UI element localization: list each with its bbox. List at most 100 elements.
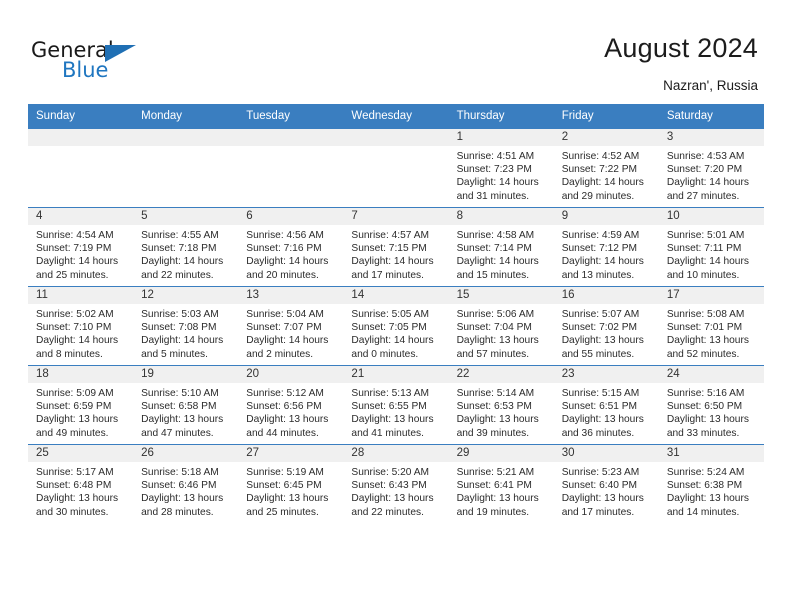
page-header: General Blue August 2024 Nazran', Russia [0, 0, 792, 100]
day-number: 29 [448, 445, 554, 462]
calendar-day-cell[interactable]: 27 Sunrise: 5:19 AM Sunset: 6:45 PM Dayligh… [238, 444, 344, 523]
calendar-day-cell[interactable]: 31 Sunrise: 5:24 AM Sunset: 6:38 PM Dayligh… [658, 444, 764, 523]
sunrise-text: Sunrise: 5:23 AM [561, 467, 640, 478]
daylight-text: Daylight: 14 hours and 8 minutes. [36, 335, 119, 360]
day-number: 6 [238, 208, 344, 225]
calendar-day-cell[interactable]: 22 Sunrise: 5:14 AM Sunset: 6:53 PM Dayligh… [448, 365, 554, 445]
calendar-day-cell[interactable]: 7 Sunrise: 4:57 AM Sunset: 7:15 PM Daylight… [343, 207, 449, 287]
sunset-text: Sunset: 6:40 PM [561, 480, 638, 492]
calendar-day-cell[interactable]: 9 Sunrise: 4:59 AM Sunset: 7:12 PM Daylight… [553, 207, 659, 287]
daylight-text: Daylight: 13 hours and 44 minutes. [246, 414, 329, 439]
calendar-day-cell[interactable]: 13 Sunrise: 5:04 AM Sunset: 7:07 PM Dayligh… [238, 286, 344, 366]
sunrise-text: Sunrise: 4:55 AM [141, 230, 219, 241]
day-details: Sunrise: 5:06 AM Sunset: 7:04 PM Daylight:… [449, 304, 554, 361]
day-number: 28 [343, 445, 449, 462]
calendar-day-cell-empty [133, 128, 239, 208]
day-details: Sunrise: 5:17 AM Sunset: 6:48 PM Daylight:… [28, 462, 133, 519]
sunset-text: Sunset: 7:07 PM [246, 322, 322, 334]
day-number: 4 [28, 208, 134, 225]
calendar-day-cell[interactable]: 5 Sunrise: 4:55 AM Sunset: 7:18 PM Daylight… [133, 207, 239, 287]
calendar-day-cell[interactable]: 25 Sunrise: 5:17 AM Sunset: 6:48 PM Dayligh… [28, 444, 134, 523]
sunrise-text: Sunrise: 5:06 AM [456, 309, 535, 320]
daylight-text: Daylight: 13 hours and 47 minutes. [141, 414, 224, 439]
calendar-day-cell[interactable]: 29 Sunrise: 5:21 AM Sunset: 6:41 PM Dayligh… [448, 444, 554, 523]
calendar-day-cell[interactable]: 30 Sunrise: 5:23 AM Sunset: 6:40 PM Dayligh… [553, 444, 659, 523]
calendar-day-cell[interactable]: 18 Sunrise: 5:09 AM Sunset: 6:59 PM Dayligh… [28, 365, 134, 445]
day-details: Sunrise: 5:21 AM Sunset: 6:41 PM Daylight:… [449, 462, 554, 519]
day-number: 7 [343, 208, 449, 225]
day-number: 24 [658, 366, 764, 383]
calendar-day-cell[interactable]: 11 Sunrise: 5:02 AM Sunset: 7:10 PM Dayligh… [28, 286, 134, 366]
calendar-day-cell[interactable]: 26 Sunrise: 5:18 AM Sunset: 6:46 PM Dayligh… [133, 444, 239, 523]
day-details: Sunrise: 5:03 AM Sunset: 7:08 PM Daylight:… [133, 304, 238, 361]
day-details: Sunrise: 4:51 AM Sunset: 7:23 PM Daylight:… [449, 146, 554, 203]
sunrise-text: Sunrise: 5:05 AM [351, 309, 430, 320]
calendar-day-cell[interactable]: 17 Sunrise: 5:08 AM Sunset: 7:01 PM Dayligh… [658, 286, 764, 366]
calendar-day-cell[interactable]: 16 Sunrise: 5:07 AM Sunset: 7:02 PM Dayligh… [553, 286, 659, 366]
daylight-text: Daylight: 14 hours and 17 minutes. [351, 256, 434, 281]
day-number: 10 [658, 208, 764, 225]
day-number: 19 [133, 366, 239, 383]
sunset-text: Sunset: 6:56 PM [246, 401, 322, 413]
calendar-day-cell[interactable]: 6 Sunrise: 4:56 AM Sunset: 7:16 PM Daylight… [238, 207, 344, 287]
day-number [28, 129, 134, 146]
sunrise-text: Sunrise: 4:52 AM [561, 151, 640, 162]
sunrise-text: Sunrise: 5:14 AM [456, 388, 535, 399]
sunrise-text: Sunrise: 5:03 AM [141, 309, 219, 320]
weekday-header-monday: Monday [133, 104, 239, 129]
day-details: Sunrise: 5:16 AM Sunset: 6:50 PM Daylight:… [659, 383, 764, 440]
day-number: 5 [133, 208, 239, 225]
calendar-day-cell[interactable]: 15 Sunrise: 5:06 AM Sunset: 7:04 PM Dayligh… [448, 286, 554, 366]
day-details: Sunrise: 4:55 AM Sunset: 7:18 PM Daylight:… [133, 225, 238, 282]
day-number: 1 [448, 129, 554, 146]
day-number: 11 [28, 287, 134, 304]
calendar-day-cell[interactable]: 10 Sunrise: 5:01 AM Sunset: 7:11 PM Dayligh… [658, 207, 764, 287]
day-number: 20 [238, 366, 344, 383]
calendar-day-cell[interactable]: 28 Sunrise: 5:20 AM Sunset: 6:43 PM Dayligh… [343, 444, 449, 523]
sunrise-text: Sunrise: 4:51 AM [456, 151, 535, 162]
daylight-text: Daylight: 14 hours and 10 minutes. [666, 256, 749, 281]
calendar-day-cell[interactable]: 4 Sunrise: 4:54 AM Sunset: 7:19 PM Daylight… [28, 207, 134, 287]
sunset-text: Sunset: 7:02 PM [561, 322, 638, 334]
weekday-header-tuesday: Tuesday [238, 104, 344, 129]
day-number: 15 [448, 287, 554, 304]
calendar-day-cell[interactable]: 23 Sunrise: 5:15 AM Sunset: 6:51 PM Dayligh… [553, 365, 659, 445]
sunset-text: Sunset: 7:18 PM [141, 243, 217, 255]
day-number: 12 [133, 287, 239, 304]
calendar-day-cell[interactable]: 8 Sunrise: 4:58 AM Sunset: 7:14 PM Daylight… [448, 207, 554, 287]
calendar-day-cell[interactable]: 21 Sunrise: 5:13 AM Sunset: 6:55 PM Dayligh… [343, 365, 449, 445]
calendar-page: General Blue August 2024 Nazran', Russia… [0, 0, 792, 612]
day-details: Sunrise: 4:57 AM Sunset: 7:15 PM Daylight:… [343, 225, 448, 282]
daylight-text: Daylight: 14 hours and 13 minutes. [561, 256, 644, 281]
calendar-day-cell-empty [343, 128, 449, 208]
weekday-header-saturday: Saturday [658, 104, 764, 129]
calendar-day-cell[interactable]: 14 Sunrise: 5:05 AM Sunset: 7:05 PM Dayligh… [343, 286, 449, 366]
day-number: 18 [28, 366, 134, 383]
daylight-text: Daylight: 14 hours and 27 minutes. [666, 177, 749, 202]
daylight-text: Daylight: 13 hours and 52 minutes. [666, 335, 749, 360]
sunset-text: Sunset: 6:53 PM [456, 401, 532, 413]
calendar-week-row: 11 Sunrise: 5:02 AM Sunset: 7:10 PM Dayligh… [28, 286, 764, 366]
page-title: August 2024 [604, 33, 758, 63]
calendar-day-cell-empty [238, 128, 344, 208]
daylight-text: Daylight: 13 hours and 57 minutes. [456, 335, 539, 360]
calendar-day-cell[interactable]: 20 Sunrise: 5:12 AM Sunset: 6:56 PM Dayligh… [238, 365, 344, 445]
daylight-text: Daylight: 13 hours and 14 minutes. [666, 493, 749, 518]
sunrise-text: Sunrise: 5:21 AM [456, 467, 535, 478]
daylight-text: Daylight: 14 hours and 5 minutes. [141, 335, 224, 360]
weekday-header-friday: Friday [553, 104, 659, 129]
calendar-day-cell[interactable]: 2 Sunrise: 4:52 AM Sunset: 7:22 PM Daylight… [553, 128, 659, 208]
calendar-day-cell[interactable]: 24 Sunrise: 5:16 AM Sunset: 6:50 PM Dayligh… [658, 365, 764, 445]
day-number: 23 [553, 366, 659, 383]
month-calendar: Sunday Monday Tuesday Wednesday Thursday… [28, 104, 764, 523]
calendar-day-cell[interactable]: 19 Sunrise: 5:10 AM Sunset: 6:58 PM Dayligh… [133, 365, 239, 445]
sunrise-text: Sunrise: 4:58 AM [456, 230, 535, 241]
calendar-day-cell[interactable]: 1 Sunrise: 4:51 AM Sunset: 7:23 PM Daylight… [448, 128, 554, 208]
daylight-text: Daylight: 13 hours and 36 minutes. [561, 414, 644, 439]
sunset-text: Sunset: 7:23 PM [456, 164, 532, 176]
daylight-text: Daylight: 14 hours and 31 minutes. [456, 177, 539, 202]
calendar-day-cell[interactable]: 12 Sunrise: 5:03 AM Sunset: 7:08 PM Dayligh… [133, 286, 239, 366]
brand-logo[interactable]: General Blue [31, 38, 231, 88]
calendar-day-cell[interactable]: 3 Sunrise: 4:53 AM Sunset: 7:20 PM Daylight… [658, 128, 764, 208]
sunrise-text: Sunrise: 5:15 AM [561, 388, 640, 399]
